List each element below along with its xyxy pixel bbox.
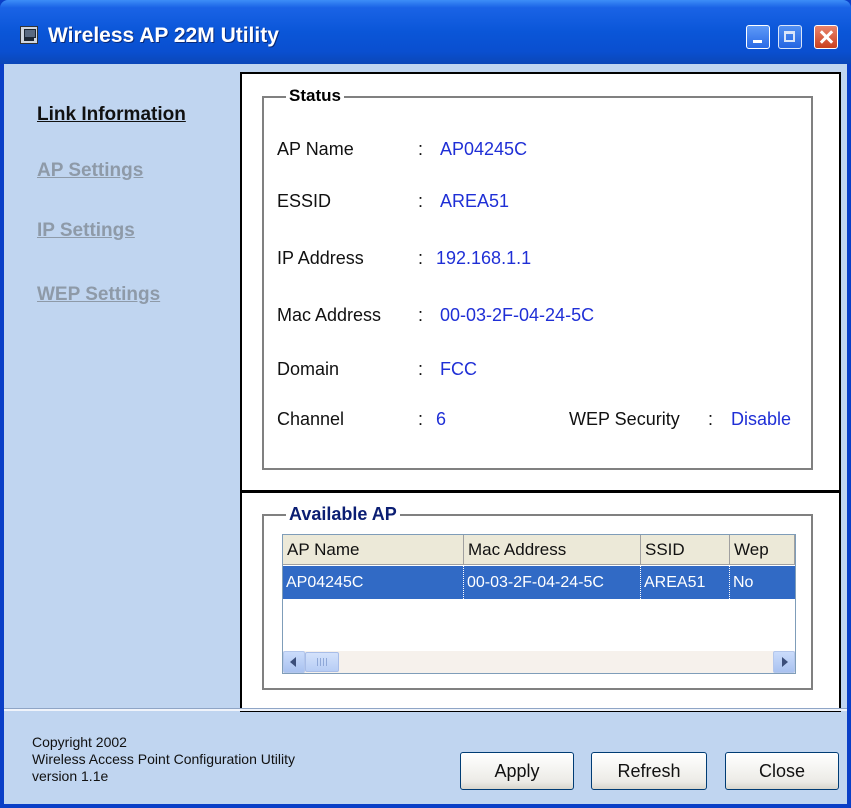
window-title: Wireless AP 22M Utility (48, 24, 279, 47)
available-ap-title: Available AP (286, 504, 400, 525)
ip-address-label: IP Address (277, 248, 364, 268)
domain-value: FCC (440, 359, 477, 379)
apply-button[interactable]: Apply (460, 752, 574, 790)
channel-label: Channel (277, 409, 345, 429)
scroll-right-icon[interactable] (773, 651, 795, 673)
essid-value: AREA51 (440, 191, 510, 211)
cell-wep: No (733, 574, 754, 591)
column-header-ap-name[interactable]: AP Name (283, 535, 464, 565)
ip-address-value: 192.168.1.1 (436, 248, 532, 268)
wep-security-value: Disable (731, 409, 792, 429)
cell-ap-name: AP04245C (283, 566, 464, 599)
column-header-ssid[interactable]: SSID (641, 535, 730, 565)
horizontal-scrollbar[interactable] (283, 651, 795, 673)
cell-mac-address: 00-03-2F-04-24-5C (464, 566, 641, 599)
client-area: Link Information AP Settings IP Settings… (4, 64, 847, 804)
channel-value: 6 (436, 409, 447, 429)
ap-name-value: AP04245C (440, 139, 528, 159)
refresh-button[interactable]: Refresh (591, 752, 707, 790)
close-button[interactable]: Close (725, 752, 839, 790)
status-title: Status (286, 86, 344, 106)
scroll-thumb[interactable] (305, 652, 339, 672)
mac-address-label: Mac Address (277, 305, 382, 325)
column-header-mac-address[interactable]: Mac Address (464, 535, 641, 565)
title-bar[interactable]: Wireless AP 22M Utility (0, 0, 851, 64)
column-header-wep[interactable]: Wep (730, 535, 795, 565)
copyright-line: Copyright 2002 (32, 734, 127, 750)
separator: : (418, 305, 424, 325)
separator: : (418, 409, 424, 429)
close-icon[interactable] (814, 25, 838, 49)
maximize-icon[interactable] (778, 25, 802, 49)
product-name-line: Wireless Access Point Configuration Util… (32, 751, 295, 767)
sidebar-item-link-information[interactable]: Link Information (37, 104, 186, 126)
scroll-left-icon[interactable] (283, 651, 305, 673)
separator: : (418, 359, 424, 379)
wep-security-label: WEP Security (569, 409, 680, 429)
separator: : (418, 248, 424, 268)
sidebar-item-ap-settings[interactable]: AP Settings (37, 160, 143, 182)
table-row[interactable]: AP04245C 00-03-2F-04-24-5C AREA51 No (283, 566, 795, 599)
mac-address-value: 00-03-2F-04-24-5C (440, 305, 595, 325)
separator: : (708, 409, 714, 429)
cell-ssid: AREA51 (641, 566, 730, 599)
sidebar-item-ip-settings[interactable]: IP Settings (37, 220, 135, 242)
footer-divider (4, 708, 847, 711)
minimize-icon[interactable] (746, 25, 770, 49)
app-icon (20, 26, 38, 44)
copyright-text: Copyright 2002 Wireless Access Point Con… (32, 734, 295, 785)
version-line: version 1.1e (32, 768, 109, 784)
sidebar-item-wep-settings[interactable]: WEP Settings (37, 284, 160, 306)
domain-label: Domain (277, 359, 340, 379)
ap-name-label: AP Name (277, 139, 354, 159)
available-ap-list[interactable]: AP Name Mac Address SSID Wep AP04245C 00… (282, 534, 796, 674)
separator: : (418, 139, 424, 159)
list-header: AP Name Mac Address SSID Wep (283, 535, 795, 565)
separator: : (418, 191, 424, 211)
panel-divider (240, 490, 841, 493)
app-window: Wireless AP 22M Utility Link Information… (0, 0, 851, 808)
essid-label: ESSID (277, 191, 332, 211)
